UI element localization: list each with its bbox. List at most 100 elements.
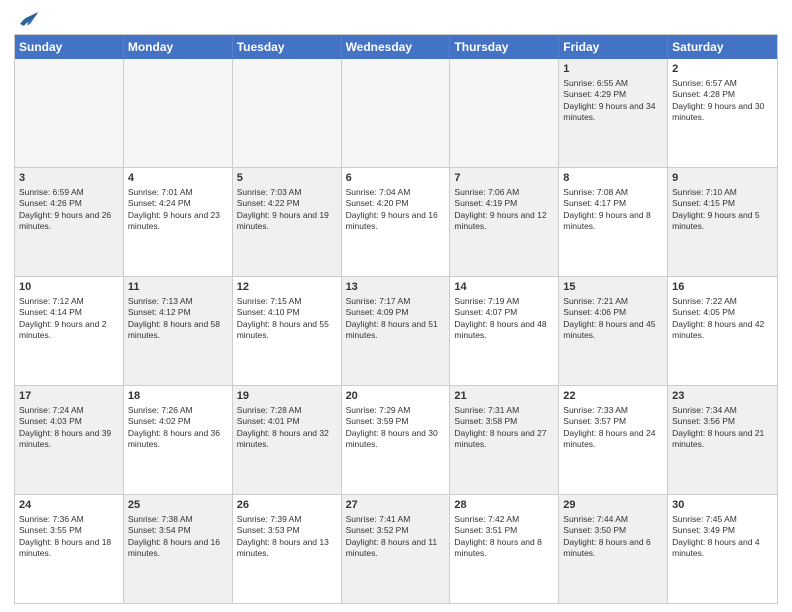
cell-info-text: Sunrise: 7:28 AM (237, 405, 337, 416)
day-number: 14 (454, 280, 554, 295)
logo-bird-icon (18, 10, 40, 28)
calendar-cell (342, 59, 451, 167)
day-number: 11 (128, 280, 228, 295)
day-number: 4 (128, 171, 228, 186)
cell-info-text: Sunset: 3:58 PM (454, 416, 554, 427)
cell-info-text: Sunrise: 7:10 AM (672, 187, 773, 198)
cell-info-text: Sunrise: 7:44 AM (563, 514, 663, 525)
calendar-cell: 2Sunrise: 6:57 AMSunset: 4:28 PMDaylight… (668, 59, 777, 167)
cell-info-text: Sunset: 4:15 PM (672, 198, 773, 209)
cell-info-text: Daylight: 9 hours and 19 minutes. (237, 210, 337, 233)
cell-info-text: Sunrise: 7:13 AM (128, 296, 228, 307)
calendar-cell: 10Sunrise: 7:12 AMSunset: 4:14 PMDayligh… (15, 277, 124, 385)
cell-info-text: Sunset: 4:03 PM (19, 416, 119, 427)
cell-info-text: Daylight: 9 hours and 23 minutes. (128, 210, 228, 233)
calendar-cell: 9Sunrise: 7:10 AMSunset: 4:15 PMDaylight… (668, 168, 777, 276)
cell-info-text: Sunrise: 7:42 AM (454, 514, 554, 525)
cell-info-text: Sunset: 4:22 PM (237, 198, 337, 209)
cell-info-text: Sunrise: 7:04 AM (346, 187, 446, 198)
calendar-cell: 5Sunrise: 7:03 AMSunset: 4:22 PMDaylight… (233, 168, 342, 276)
calendar-cell: 6Sunrise: 7:04 AMSunset: 4:20 PMDaylight… (342, 168, 451, 276)
cell-info-text: Sunset: 4:05 PM (672, 307, 773, 318)
day-number: 10 (19, 280, 119, 295)
cell-info-text: Daylight: 8 hours and 21 minutes. (672, 428, 773, 451)
day-number: 20 (346, 389, 446, 404)
cell-info-text: Daylight: 9 hours and 5 minutes. (672, 210, 773, 233)
cell-info-text: Sunrise: 7:03 AM (237, 187, 337, 198)
calendar-cell: 16Sunrise: 7:22 AMSunset: 4:05 PMDayligh… (668, 277, 777, 385)
day-number: 30 (672, 498, 773, 513)
cell-info-text: Daylight: 8 hours and 48 minutes. (454, 319, 554, 342)
day-number: 12 (237, 280, 337, 295)
cell-info-text: Daylight: 8 hours and 32 minutes. (237, 428, 337, 451)
calendar-cell: 11Sunrise: 7:13 AMSunset: 4:12 PMDayligh… (124, 277, 233, 385)
cell-info-text: Sunrise: 7:17 AM (346, 296, 446, 307)
calendar-cell: 7Sunrise: 7:06 AMSunset: 4:19 PMDaylight… (450, 168, 559, 276)
day-number: 1 (563, 62, 663, 77)
cell-info-text: Sunset: 4:09 PM (346, 307, 446, 318)
cell-info-text: Sunrise: 7:22 AM (672, 296, 773, 307)
cell-info-text: Daylight: 8 hours and 30 minutes. (346, 428, 446, 451)
cell-info-text: Sunrise: 7:06 AM (454, 187, 554, 198)
cell-info-text: Daylight: 9 hours and 2 minutes. (19, 319, 119, 342)
cell-info-text: Daylight: 9 hours and 16 minutes. (346, 210, 446, 233)
day-number: 28 (454, 498, 554, 513)
header-day-sunday: Sunday (15, 35, 124, 59)
cell-info-text: Daylight: 9 hours and 12 minutes. (454, 210, 554, 233)
day-number: 15 (563, 280, 663, 295)
cell-info-text: Daylight: 8 hours and 51 minutes. (346, 319, 446, 342)
cell-info-text: Sunset: 4:10 PM (237, 307, 337, 318)
day-number: 23 (672, 389, 773, 404)
day-number: 22 (563, 389, 663, 404)
calendar-cell: 17Sunrise: 7:24 AMSunset: 4:03 PMDayligh… (15, 386, 124, 494)
calendar-cell (450, 59, 559, 167)
day-number: 26 (237, 498, 337, 513)
calendar-cell: 18Sunrise: 7:26 AMSunset: 4:02 PMDayligh… (124, 386, 233, 494)
cell-info-text: Daylight: 8 hours and 8 minutes. (454, 537, 554, 560)
calendar-cell: 8Sunrise: 7:08 AMSunset: 4:17 PMDaylight… (559, 168, 668, 276)
day-number: 29 (563, 498, 663, 513)
cell-info-text: Sunset: 3:51 PM (454, 525, 554, 536)
cell-info-text: Sunrise: 7:12 AM (19, 296, 119, 307)
cell-info-text: Sunrise: 7:45 AM (672, 514, 773, 525)
cell-info-text: Sunset: 3:50 PM (563, 525, 663, 536)
cell-info-text: Sunrise: 7:38 AM (128, 514, 228, 525)
cell-info-text: Sunrise: 7:29 AM (346, 405, 446, 416)
calendar-row-0: 1Sunrise: 6:55 AMSunset: 4:29 PMDaylight… (15, 59, 777, 167)
calendar-cell: 23Sunrise: 7:34 AMSunset: 3:56 PMDayligh… (668, 386, 777, 494)
cell-info-text: Sunset: 3:59 PM (346, 416, 446, 427)
cell-info-text: Sunset: 3:56 PM (672, 416, 773, 427)
day-number: 8 (563, 171, 663, 186)
cell-info-text: Sunrise: 7:01 AM (128, 187, 228, 198)
calendar-cell: 12Sunrise: 7:15 AMSunset: 4:10 PMDayligh… (233, 277, 342, 385)
day-number: 19 (237, 389, 337, 404)
calendar-cell (124, 59, 233, 167)
day-number: 18 (128, 389, 228, 404)
cell-info-text: Sunrise: 6:57 AM (672, 78, 773, 89)
cell-info-text: Daylight: 8 hours and 4 minutes. (672, 537, 773, 560)
cell-info-text: Daylight: 8 hours and 45 minutes. (563, 319, 663, 342)
day-number: 25 (128, 498, 228, 513)
cell-info-text: Daylight: 8 hours and 18 minutes. (19, 537, 119, 560)
day-number: 13 (346, 280, 446, 295)
cell-info-text: Sunset: 4:06 PM (563, 307, 663, 318)
header (14, 10, 778, 28)
cell-info-text: Daylight: 8 hours and 58 minutes. (128, 319, 228, 342)
day-number: 7 (454, 171, 554, 186)
header-day-saturday: Saturday (668, 35, 777, 59)
calendar-header: SundayMondayTuesdayWednesdayThursdayFrid… (15, 35, 777, 59)
cell-info-text: Sunrise: 7:21 AM (563, 296, 663, 307)
cell-info-text: Daylight: 9 hours and 34 minutes. (563, 101, 663, 124)
day-number: 17 (19, 389, 119, 404)
cell-info-text: Daylight: 8 hours and 36 minutes. (128, 428, 228, 451)
calendar-cell: 22Sunrise: 7:33 AMSunset: 3:57 PMDayligh… (559, 386, 668, 494)
cell-info-text: Sunset: 4:29 PM (563, 89, 663, 100)
header-day-wednesday: Wednesday (342, 35, 451, 59)
day-number: 5 (237, 171, 337, 186)
cell-info-text: Sunset: 3:54 PM (128, 525, 228, 536)
day-number: 24 (19, 498, 119, 513)
cell-info-text: Sunset: 4:17 PM (563, 198, 663, 209)
cell-info-text: Sunrise: 7:24 AM (19, 405, 119, 416)
cell-info-text: Sunset: 4:07 PM (454, 307, 554, 318)
cell-info-text: Sunrise: 7:39 AM (237, 514, 337, 525)
